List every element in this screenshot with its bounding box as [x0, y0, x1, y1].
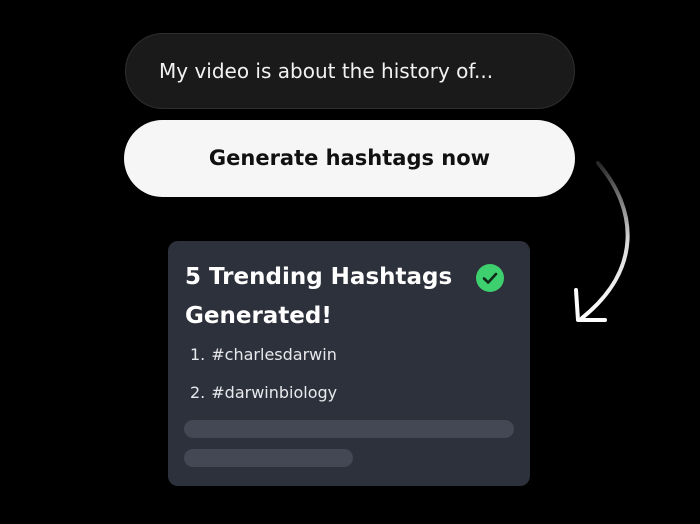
- list-item-number: 2.: [190, 383, 206, 402]
- hashtag-text: #charlesdarwin: [211, 345, 337, 364]
- hashtag-list: 1. #charlesdarwin 2. #darwinbiology: [190, 345, 337, 421]
- list-item: 1. #charlesdarwin: [190, 345, 337, 383]
- card-title: 5 Trending Hashtags Generated!: [185, 264, 453, 329]
- loading-placeholder-bar: [184, 420, 514, 438]
- topic-input[interactable]: My video is about the history of...: [125, 33, 575, 109]
- result-card: 5 Trending Hashtags Generated! 1. #charle…: [168, 241, 530, 486]
- list-item-number: 1.: [190, 345, 206, 364]
- loading-placeholder-bar: [184, 449, 353, 467]
- check-circle-icon: [476, 264, 504, 292]
- list-item: 2. #darwinbiology: [190, 383, 337, 421]
- curved-arrow-icon: [574, 161, 630, 322]
- hashtag-text: #darwinbiology: [211, 383, 338, 402]
- generate-hashtags-button[interactable]: Generate hashtags now: [124, 120, 575, 197]
